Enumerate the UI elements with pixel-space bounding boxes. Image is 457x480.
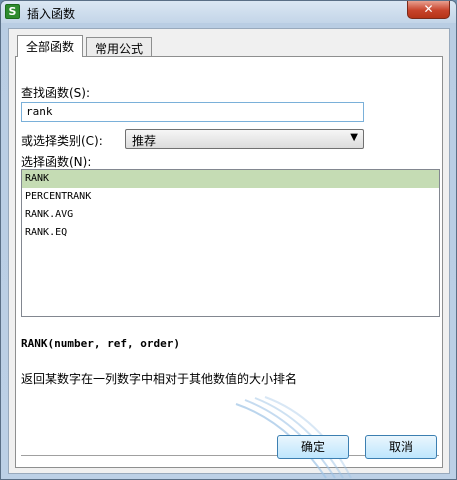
function-list-label: 选择函数(N): bbox=[21, 155, 92, 169]
category-select[interactable]: 推荐 ▼ bbox=[125, 129, 364, 149]
list-item[interactable]: RANK bbox=[22, 170, 439, 188]
ok-button[interactable]: 确定 bbox=[277, 435, 349, 459]
category-selected-value: 推荐 bbox=[132, 134, 157, 148]
function-listbox[interactable]: RANK PERCENTRANK RANK.AVG RANK.EQ bbox=[21, 169, 440, 317]
category-label: 或选择类别(C): bbox=[21, 134, 103, 148]
function-search-input[interactable]: rank bbox=[21, 102, 364, 122]
insert-function-dialog: S 插入函数 ✕ 全部函数 常用公式 查找函数(S): rank 或选择类别(C… bbox=[0, 0, 457, 480]
list-item[interactable]: RANK.EQ bbox=[22, 224, 439, 242]
dropdown-arrow-icon: ▼ bbox=[350, 132, 358, 143]
search-label: 查找函数(S): bbox=[21, 86, 91, 100]
dialog-body: 全部函数 常用公式 查找函数(S): rank 或选择类别(C): 推荐 ▼ 选… bbox=[8, 28, 450, 474]
tab-all-functions[interactable]: 全部函数 bbox=[17, 35, 84, 57]
window-title: 插入函数 bbox=[27, 7, 76, 21]
wps-app-icon: S bbox=[5, 4, 20, 19]
cancel-button[interactable]: 取消 bbox=[365, 435, 437, 459]
function-signature: RANK(number, ref, order) bbox=[21, 337, 180, 350]
list-item[interactable]: PERCENTRANK bbox=[22, 188, 439, 206]
function-description: 返回某数字在一列数字中相对于其他数值的大小排名 bbox=[21, 372, 298, 386]
list-item[interactable]: RANK.AVG bbox=[22, 206, 439, 224]
close-button[interactable]: ✕ bbox=[407, 1, 450, 19]
tab-panel: 查找函数(S): rank 或选择类别(C): 推荐 ▼ 选择函数(N): RA… bbox=[15, 56, 443, 468]
title-bar[interactable]: S 插入函数 ✕ bbox=[1, 1, 456, 23]
tab-common-formulas[interactable]: 常用公式 bbox=[86, 37, 153, 56]
